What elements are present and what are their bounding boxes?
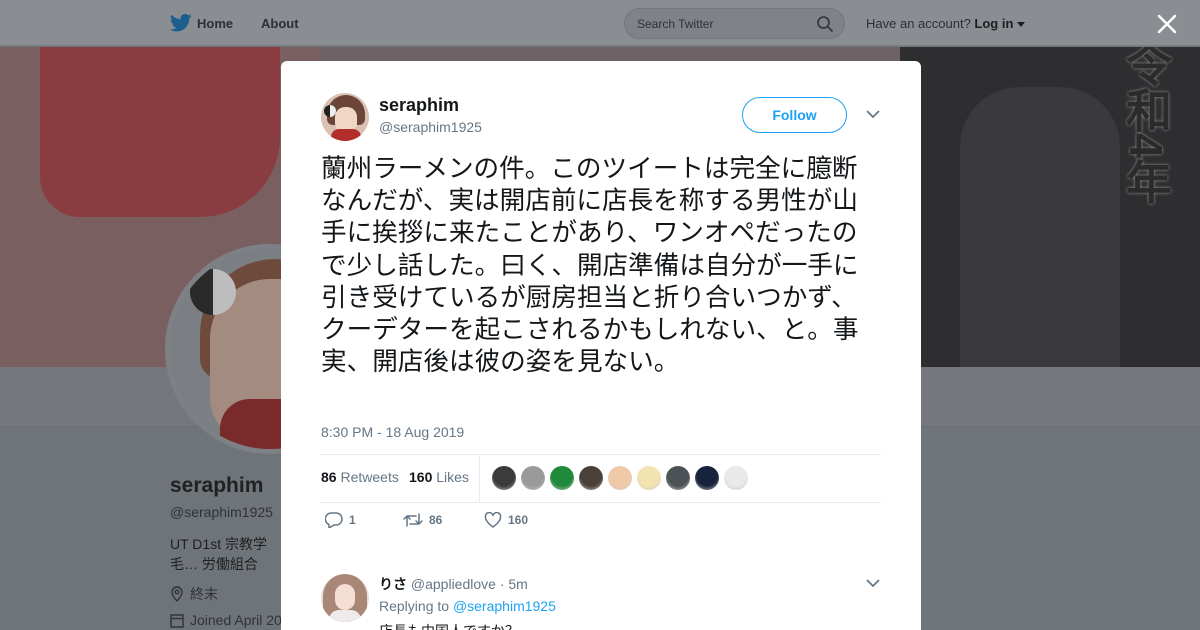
chevron-down-icon[interactable] [865, 576, 881, 590]
close-icon[interactable] [1155, 12, 1179, 36]
search-box[interactable]: Search Twitter [624, 8, 845, 39]
likes-label: Likes [436, 469, 469, 485]
heart-icon [484, 512, 502, 528]
reply-tweet[interactable]: りさ @appliedlove · 5m Replying to @seraph… [321, 574, 881, 630]
retweet-icon [403, 513, 423, 527]
banner-text: 令和4年 [1120, 47, 1172, 205]
replying-to: Replying to @seraphim1925 [379, 598, 556, 614]
liker-avatar[interactable] [492, 466, 516, 490]
retweets-stat[interactable]: 86 Retweets [321, 469, 399, 485]
stats-separator [479, 454, 480, 502]
liker-avatar[interactable] [695, 466, 719, 490]
search-icon[interactable] [816, 15, 834, 33]
account-prompt-text: Have an account? [866, 16, 971, 31]
liker-avatar[interactable] [666, 466, 690, 490]
calendar-icon [170, 614, 184, 628]
liker-avatar[interactable] [608, 466, 632, 490]
profile-sidebar: seraphim @seraphim1925 UT D1st 宗教学 毛… 労働… [170, 474, 282, 628]
reply-action[interactable]: 1 [325, 512, 356, 528]
login-link[interactable]: Log in [974, 16, 1013, 31]
author-name[interactable]: seraphim [379, 95, 459, 116]
profile-joined-text: Joined April 20 [190, 612, 282, 628]
liker-avatar[interactable] [550, 466, 574, 490]
author-avatar[interactable] [321, 93, 369, 141]
retweets-label: Retweets [340, 469, 399, 485]
retweet-count: 86 [429, 513, 443, 527]
tweet-permalink-modal: seraphim @seraphim1925 Follow 蘭州ラーメンの件。こ… [281, 61, 921, 630]
chevron-down-icon[interactable] [865, 107, 881, 121]
reply-age[interactable]: · 5m [500, 576, 528, 592]
liker-avatar[interactable] [637, 466, 661, 490]
nav-about-link[interactable]: About [261, 16, 299, 31]
reply-text: 店長も中国人ですか？ [379, 621, 519, 630]
tweet-stats: 86 Retweets 160 Likes [321, 454, 881, 502]
top-navigation-bar: Home About Search Twitter Have an accoun… [0, 0, 1200, 46]
liker-avatar[interactable] [579, 466, 603, 490]
twitter-bird-icon[interactable] [170, 13, 192, 33]
location-pin-icon [171, 586, 183, 602]
replying-to-label: Replying to [379, 598, 450, 614]
retweet-action[interactable]: 86 [403, 512, 442, 528]
like-count: 160 [508, 513, 529, 527]
profile-location: 終末 [170, 584, 282, 604]
reply-count: 1 [349, 513, 356, 527]
author-handle[interactable]: @seraphim1925 [379, 119, 482, 135]
likes-count: 160 [409, 469, 433, 485]
search-placeholder: Search Twitter [637, 17, 714, 31]
profile-name: seraphim [170, 474, 264, 497]
liker-avatar[interactable] [521, 466, 545, 490]
reply-author-name[interactable]: りさ [379, 576, 407, 592]
profile-joined: Joined April 20 [170, 612, 282, 628]
profile-handle: @seraphim1925 [170, 504, 273, 520]
nav-home-link[interactable]: Home [197, 16, 233, 31]
follow-button[interactable]: Follow [742, 97, 847, 133]
reply-author-avatar[interactable] [321, 574, 369, 622]
retweets-count: 86 [321, 469, 337, 485]
tweet-text: 蘭州ラーメンの件。このツイートは完全に臆断なんだが、実は開店前に店長を称する男性… [321, 154, 859, 378]
reply-icon [325, 512, 343, 528]
account-prompt: Have an account? Log in [866, 16, 1026, 31]
profile-bio: UT D1st 宗教学 毛… 労働組合 [170, 536, 267, 572]
liker-avatar[interactable] [724, 466, 748, 490]
chevron-down-icon[interactable] [1017, 21, 1026, 28]
reply-author-handle[interactable]: @appliedlove [411, 576, 496, 592]
like-action[interactable]: 160 [484, 512, 528, 528]
tweet-header: seraphim @seraphim1925 Follow [321, 93, 881, 143]
replying-to-link[interactable]: @seraphim1925 [453, 598, 556, 614]
reply-header: りさ @appliedlove · 5m [379, 574, 528, 594]
tweet-timestamp[interactable]: 8:30 PM - 18 Aug 2019 [321, 424, 464, 440]
profile-location-text: 終末 [190, 586, 218, 602]
likes-stat[interactable]: 160 Likes [409, 469, 469, 485]
tweet-actions: 1 86 160 [321, 502, 881, 542]
